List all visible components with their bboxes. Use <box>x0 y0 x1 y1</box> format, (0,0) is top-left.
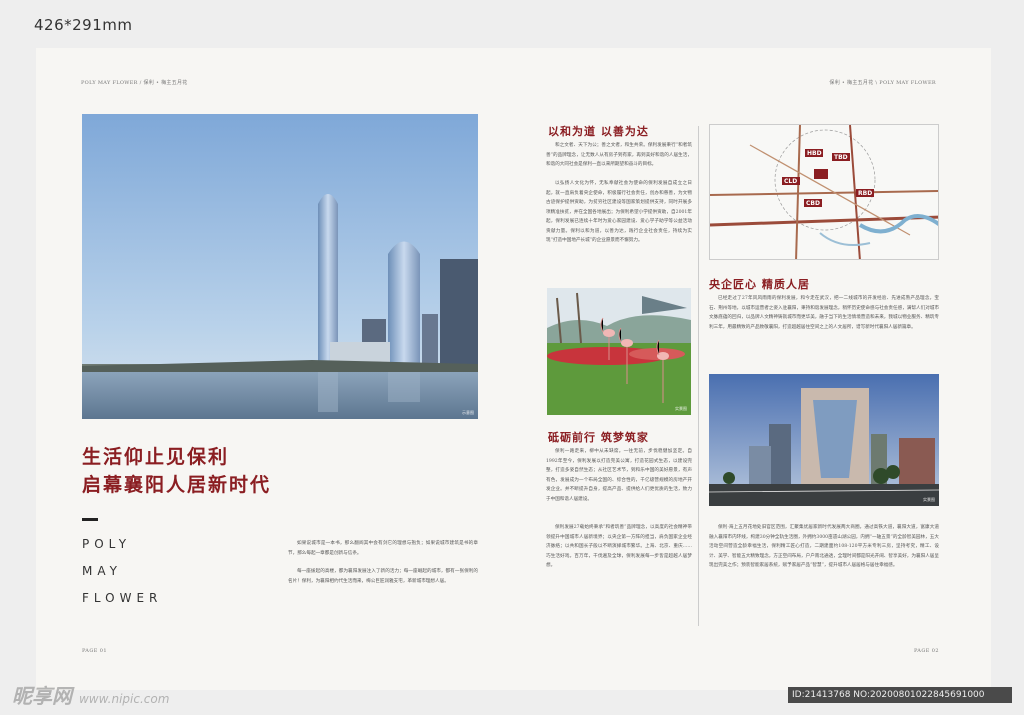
flamingo-photo: 实景图 <box>547 288 691 415</box>
brochure-spread: POLY MAY FLOWER / 保利 • 梅主五月花 保利 • 梅主五月花 … <box>36 48 991 690</box>
watermark-logo: 昵享网 www.nipic.com <box>12 680 169 709</box>
section-journey-body-1: 保利一路走来，柳中从未缺席。一往无前，步伐稳健加坚定。自1992年至今，保利发展… <box>546 449 692 502</box>
map-label-rbd: RBD <box>858 190 872 197</box>
photo-tag: 实景图 <box>675 406 687 411</box>
section-title-journey: 砥砺前行 筑梦筑家 <box>548 431 649 444</box>
intro-paragraph-1: 如果说城市是一本书，那么翻阅其中会有剑它的理想与抱负；如果说城市建筑是书的章节，… <box>288 541 478 556</box>
map-graphic: HBD TBD CLD CBD RBD <box>710 125 938 259</box>
section-title-harmony: 以和为道 以善为达 <box>548 125 649 138</box>
size-label: 426*291mm <box>34 16 133 34</box>
map-label-tbd: TBD <box>834 154 848 161</box>
map-label-cbd: CBD <box>806 200 820 207</box>
watermark-brand: 昵享网 <box>12 684 72 708</box>
brand-word-may: MAY <box>82 564 122 578</box>
column-divider <box>698 126 699 626</box>
section-harmony-body-2: 以弘扬人文化为怀，无私奉献社会为使命的保利发展自成立之日起，就一直肩负着央企使命… <box>546 181 692 243</box>
page-number-right: PAGE 02 <box>914 648 939 654</box>
section-craft-body: 已经走过了27年风风雨雨的保利发展，和今走在武汉，把一二线城市的开发经验、先进成… <box>709 296 939 330</box>
intro-paragraph-2: 每一座拔起的高楼，都为襄阳发展注入了新的活力；每一座崛起的城市，都有一张保利的名… <box>288 569 478 584</box>
brand-word-poly: POLY <box>82 537 132 551</box>
headline-line-2: 启幕襄阳人居新时代 <box>82 474 272 496</box>
page-header-left: POLY MAY FLOWER / 保利 • 梅主五月花 <box>81 80 188 86</box>
location-map: HBD TBD CLD CBD RBD <box>709 124 939 260</box>
image-id-strip: ID:21413768 NO:20200801022845691000 <box>788 687 1012 703</box>
section-title-craft: 央企匠心 精质人居 <box>709 278 810 291</box>
photo-tag: 示意图 <box>462 410 474 415</box>
garden-photo <box>547 288 691 415</box>
section-harmony-body-1: 和之文者、天下为公；善之文者，和生共荣。保利发展秉行“和者筑善”的品牌理念，让无… <box>546 143 692 167</box>
page-number-left: PAGE 01 <box>82 648 107 654</box>
accent-rule <box>82 518 98 521</box>
brand-word-flower: FLOWER <box>82 591 163 605</box>
office-building-photo: 实景图 <box>709 374 939 506</box>
photo-tag: 实景图 <box>923 497 935 502</box>
watermark-url: www.nipic.com <box>78 692 170 706</box>
building-photo <box>709 374 939 506</box>
map-label-hbd: HBD <box>807 150 822 157</box>
headline-line-1: 生活仰止见保利 <box>82 446 230 468</box>
section-journey-body-2: 保利发展27载始终秉承“和者筑善”品牌理念，以高度的社会精神带领提升中国城市人居… <box>546 525 692 568</box>
towers-photo <box>82 114 478 419</box>
hero-photo: 示意图 <box>82 114 478 419</box>
map-label-cld: CLD <box>784 178 797 185</box>
section-location-body: 保利·海上五月花地处旧官区范围，汇聚集优居家新时代发展两大商圈，通过高铁大道，襄… <box>709 525 939 568</box>
page-header-right: 保利 • 梅主五月花 \ POLY MAY FLOWER <box>829 80 936 86</box>
